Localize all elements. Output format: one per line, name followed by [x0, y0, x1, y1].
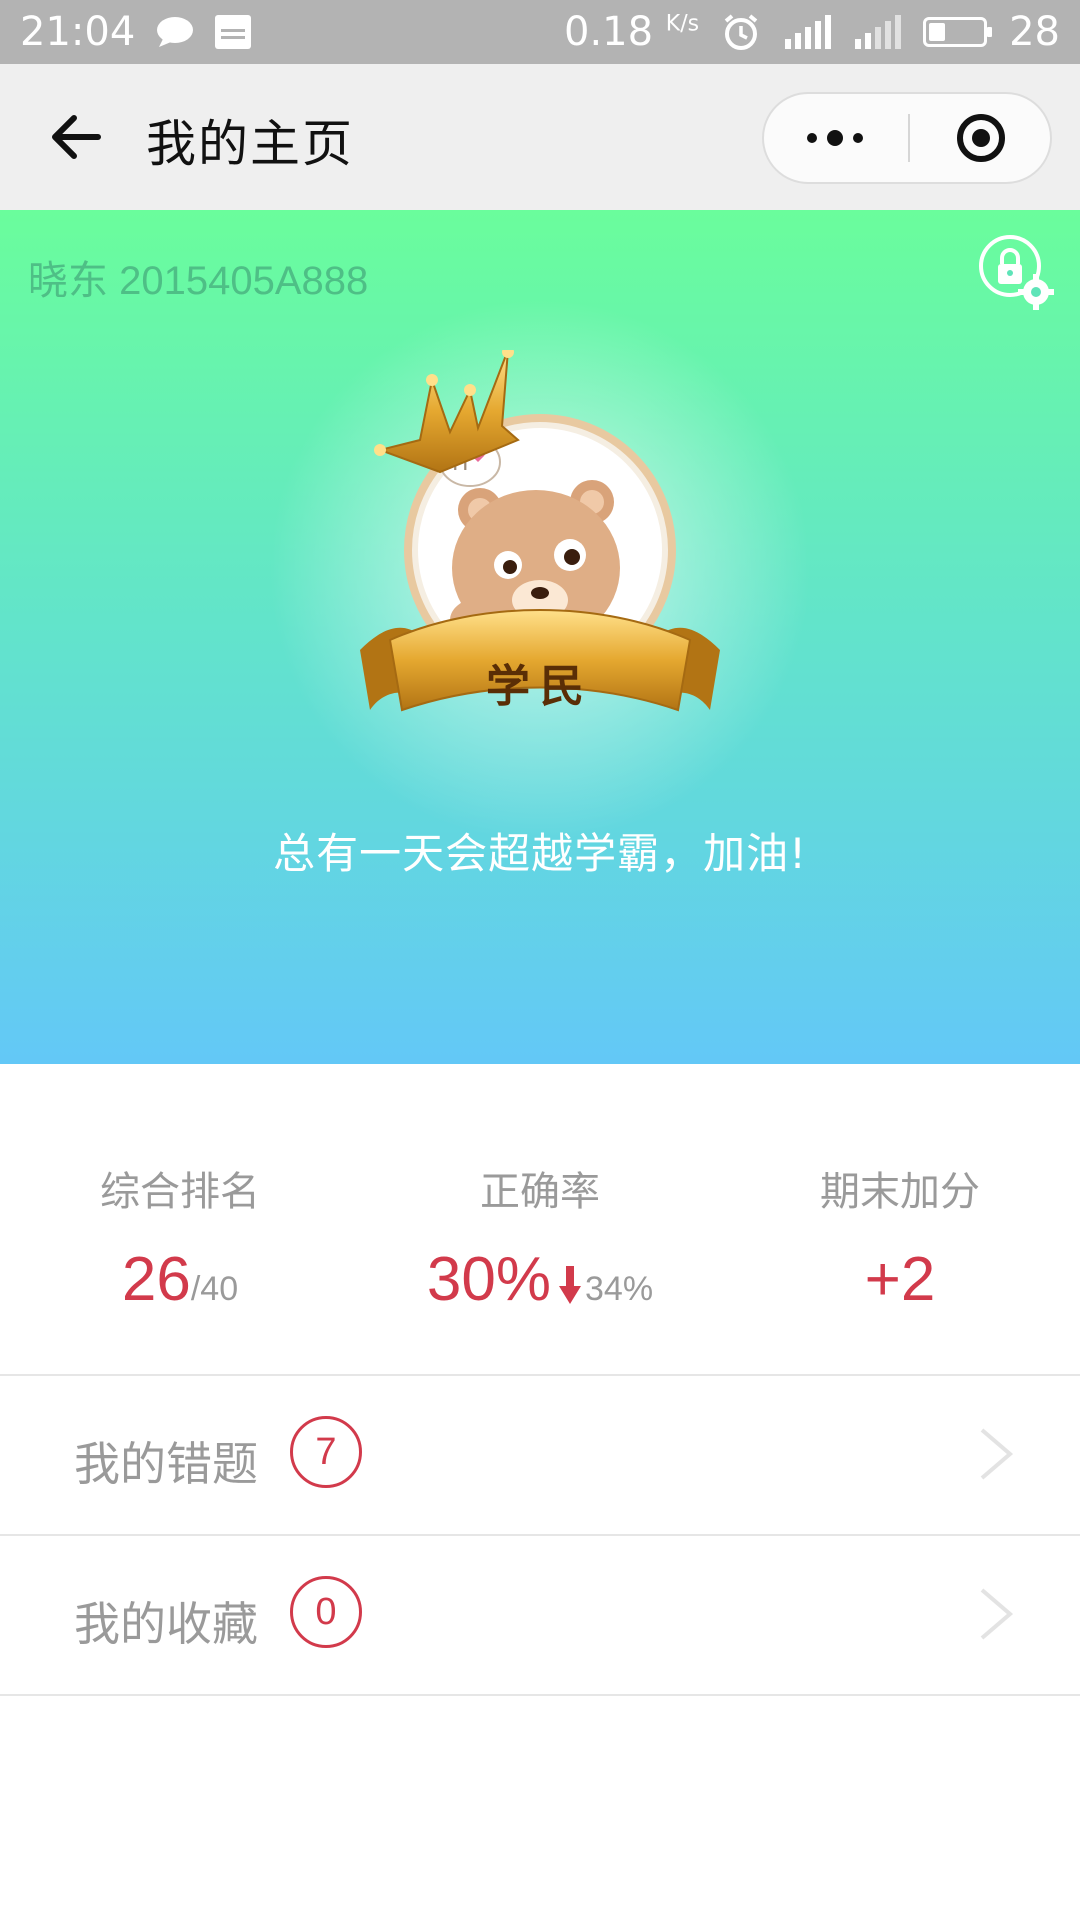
status-time: 21:04: [20, 9, 136, 55]
rank-badge-label: 学民: [486, 661, 594, 712]
favorites-label: 我的收藏: [74, 1597, 258, 1651]
nav-bar: 我的主页: [0, 64, 1080, 210]
chevron-right-icon: [980, 1588, 1014, 1640]
stat-bonus-label: 期末加分: [820, 1169, 980, 1215]
favorites-row[interactable]: 我的收藏 0: [0, 1536, 1080, 1696]
back-arrow-icon: [52, 115, 101, 159]
motivation-text: 总有一天会超越学霸，加油!: [273, 829, 807, 878]
target-circle-icon: [957, 114, 1005, 162]
stat-ranking-value-line: 26/40: [0, 1244, 360, 1315]
stats-panel: 综合排名 26/40 正确率 30% 34% 期末加分 +2: [0, 1064, 1080, 1376]
signal-icon: [783, 15, 832, 49]
stat-ranking-label: 综合排名: [100, 1169, 260, 1215]
page-title: 我的主页: [146, 115, 354, 173]
battery-icon: [923, 17, 993, 47]
favorites-count: 0: [290, 1576, 362, 1648]
signal-4g-icon: [853, 15, 902, 49]
miniprogram-capsule: [762, 92, 1052, 184]
down-arrow-icon: [559, 1248, 582, 1319]
more-dots-icon: [827, 130, 843, 146]
network-speed: 0.18 K/s: [564, 9, 699, 55]
stat-bonus-value: +2: [864, 1245, 936, 1314]
lock-gear-icon: [979, 235, 1054, 310]
more-dots-icon: [853, 133, 863, 143]
more-dots-icon: [807, 133, 817, 143]
battery-level: 28: [1009, 9, 1060, 55]
lock-settings-button[interactable]: [978, 234, 1056, 312]
close-miniprogram-button[interactable]: [910, 94, 1052, 182]
profile-hero: 晓东 2015405A888 学民 总有一天会超越学霸，加油!: [0, 210, 1080, 1064]
news-icon: [215, 15, 252, 49]
network-speed-unit: K/s: [665, 11, 700, 37]
wrong-questions-row[interactable]: 我的错题 7: [0, 1376, 1080, 1536]
chat-bubble-icon: [155, 15, 195, 49]
stat-ranking-total: /40: [190, 1270, 239, 1308]
wrong-questions-count: 7: [290, 1416, 362, 1488]
stat-accuracy-delta: 34%: [585, 1270, 654, 1308]
stat-ranking-value: 26: [121, 1245, 191, 1314]
user-name-id: 晓东 2015405A888: [28, 259, 369, 303]
back-button[interactable]: [44, 104, 110, 170]
chevron-right-icon: [980, 1428, 1014, 1480]
stat-accuracy-value-line: 30% 34%: [360, 1244, 720, 1319]
status-bar: 21:04 0.18 K/s 28: [0, 0, 1080, 64]
stat-accuracy-value: 30%: [426, 1245, 552, 1314]
more-button[interactable]: [764, 94, 906, 182]
network-speed-value: 0.18: [564, 9, 654, 55]
alarm-icon: [721, 12, 761, 52]
stat-accuracy-label: 正确率: [480, 1169, 600, 1215]
wrong-questions-label: 我的错题: [74, 1437, 258, 1491]
